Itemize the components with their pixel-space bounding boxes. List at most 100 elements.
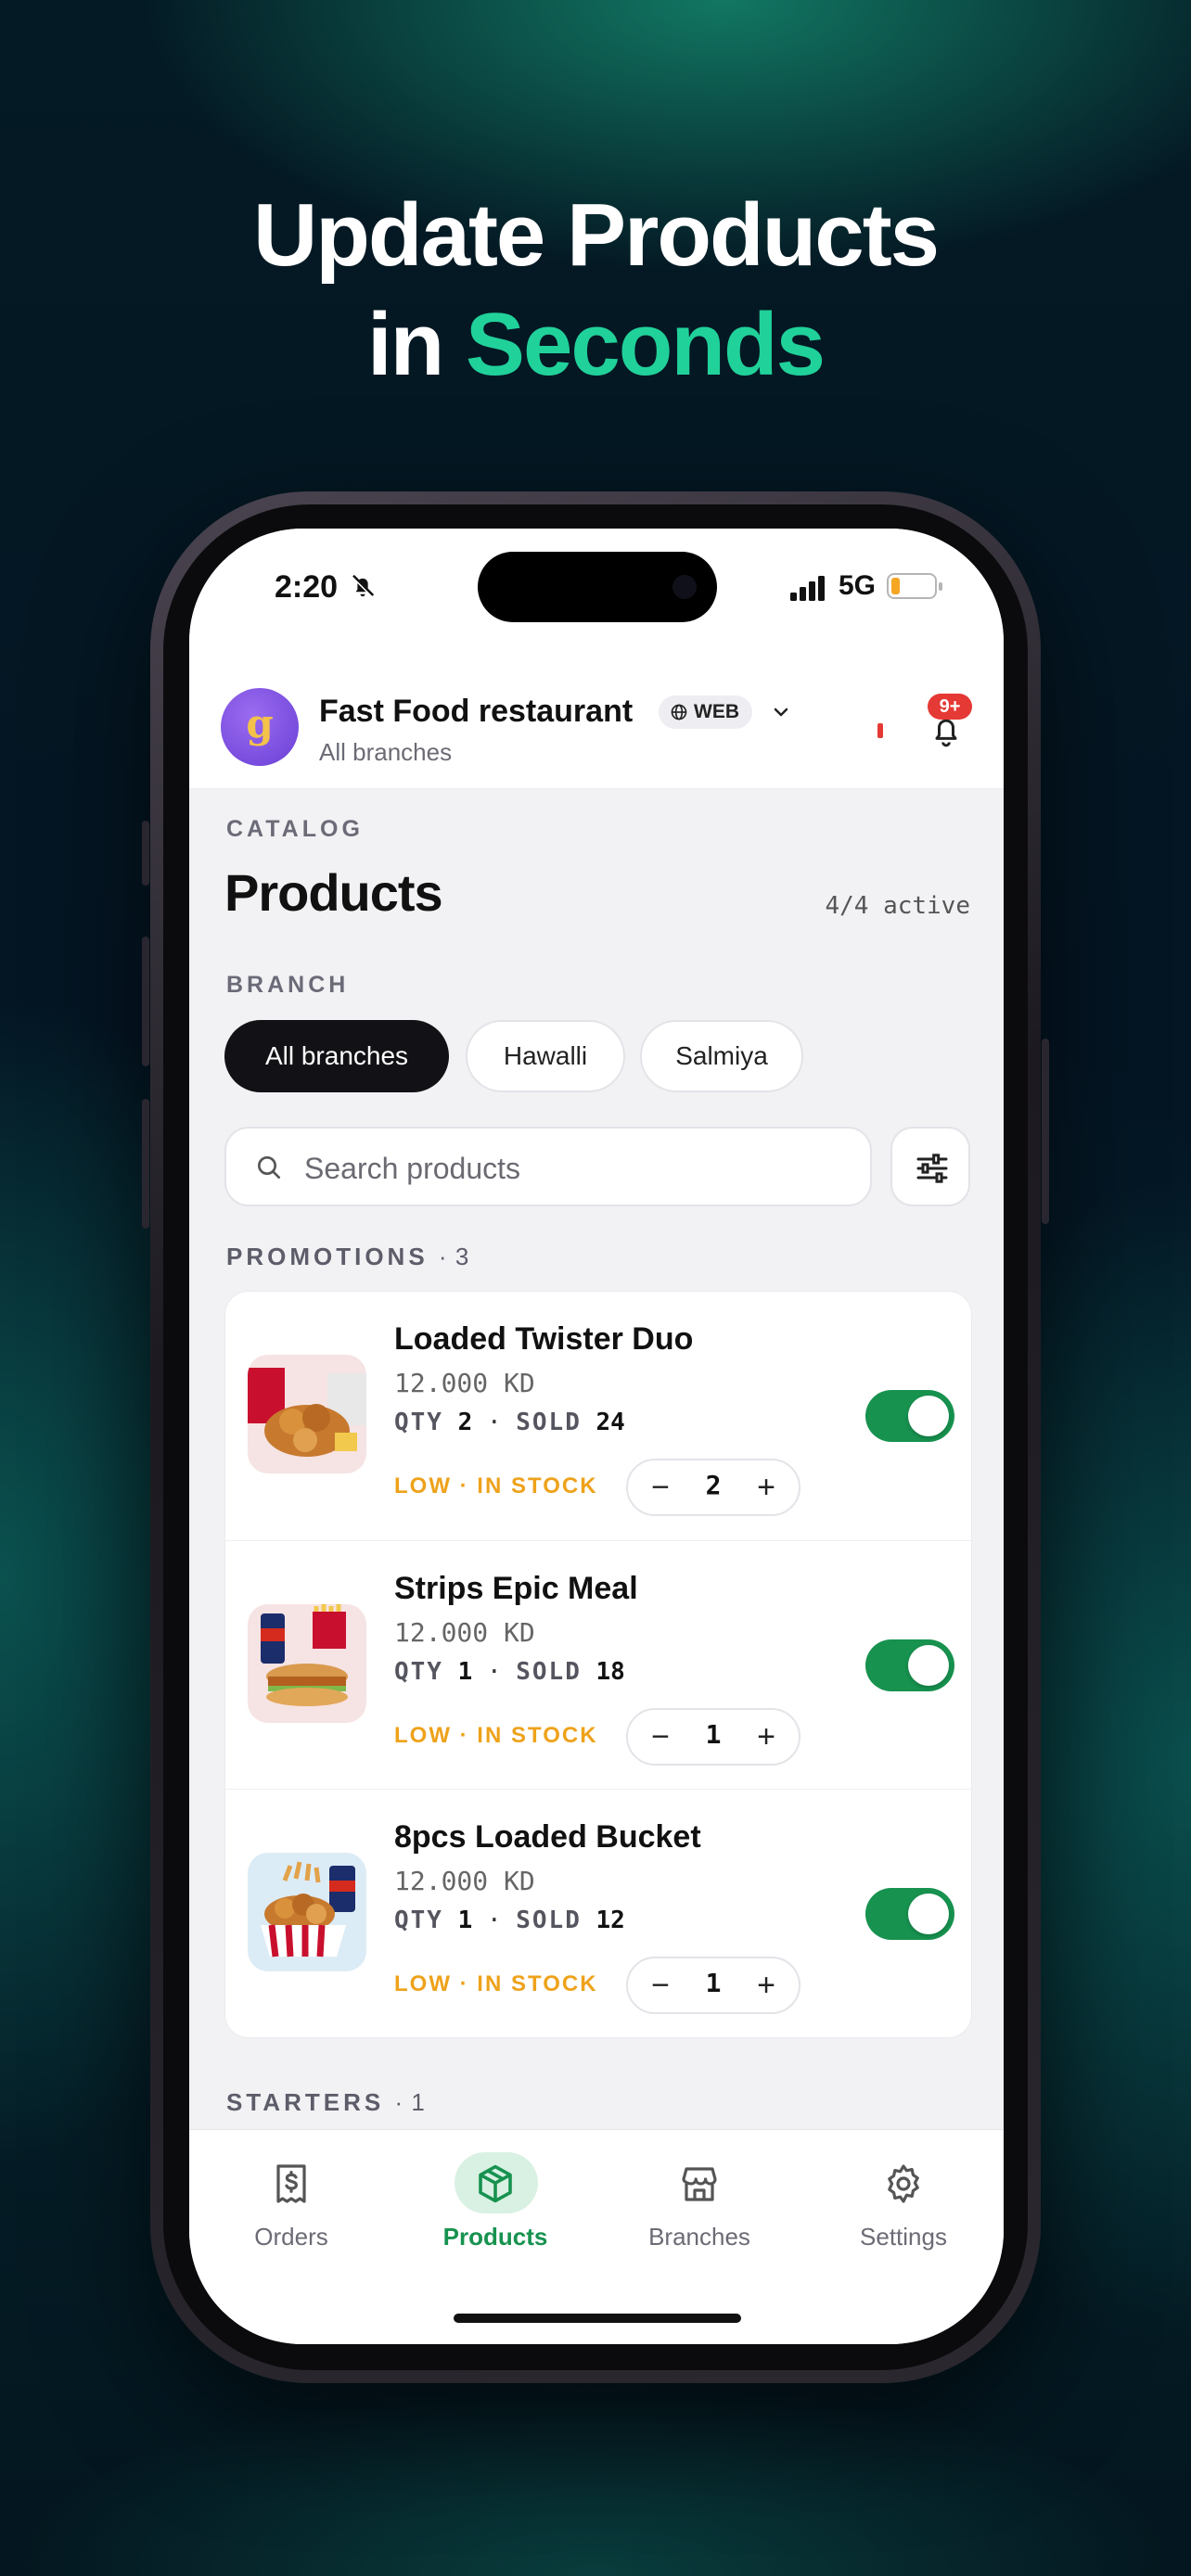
- quantity-stepper: − 2 +: [626, 1459, 800, 1516]
- product-thumbnail: [248, 1853, 366, 1971]
- tab-label: Branches: [648, 2223, 750, 2251]
- product-name: 8pcs Loaded Bucket: [394, 1819, 701, 1855]
- tab-branches[interactable]: Branches: [597, 2130, 801, 2269]
- availability-toggle[interactable]: [865, 1639, 954, 1691]
- promo-line-2: in Seconds: [0, 290, 1191, 400]
- page-title: Products: [224, 863, 443, 922]
- filter-button[interactable]: [890, 1127, 970, 1206]
- web-badge-label: WEB: [694, 701, 739, 722]
- increment-button[interactable]: +: [743, 1964, 789, 2007]
- tab-label: Orders: [254, 2223, 328, 2251]
- phone-volume-up-button: [142, 937, 149, 1066]
- product-price: 12.000 KD: [394, 1866, 535, 1896]
- increment-button[interactable]: +: [743, 1715, 789, 1758]
- sold-label: SOLD: [516, 1906, 582, 1934]
- stock-status: LOW · IN STOCK: [394, 1473, 598, 1498]
- sold-label: SOLD: [516, 1658, 582, 1686]
- food-photo-icon: [248, 1355, 366, 1473]
- box-icon: [479, 2164, 512, 2203]
- decrement-button[interactable]: −: [637, 1466, 684, 1509]
- availability-toggle[interactable]: [865, 1888, 954, 1940]
- product-row[interactable]: Strips Epic Meal 12.000 KD QTY 1 · SOLD …: [225, 1540, 971, 1790]
- promo-headline: Update Products in Seconds: [0, 181, 1191, 400]
- front-camera: [672, 575, 697, 599]
- product-row[interactable]: 8pcs Loaded Bucket 12.000 KD QTY 1 · SOL…: [225, 1789, 971, 2037]
- search-input[interactable]: [302, 1145, 844, 1192]
- active-count: 4/4 active: [825, 892, 970, 920]
- notification-badge: 9+: [928, 694, 972, 720]
- group-label-promotions: PROMOTIONS · 3: [226, 1243, 469, 1271]
- sold-value: 24: [596, 1409, 625, 1436]
- availability-toggle[interactable]: [865, 1390, 954, 1442]
- product-thumbnail: [248, 1355, 366, 1473]
- tab-label: Settings: [860, 2223, 947, 2251]
- increment-button[interactable]: +: [743, 1466, 789, 1509]
- avatar-monogram-icon: g: [246, 701, 274, 746]
- qty-sold-separator: ·: [486, 1409, 502, 1436]
- group-separator: ·: [394, 2088, 404, 2116]
- decrement-button[interactable]: −: [637, 1715, 684, 1758]
- status-time: 2:20: [275, 569, 339, 605]
- group-count: · 1: [394, 2088, 425, 2116]
- qty-value: 1: [457, 1658, 473, 1686]
- search-icon: [258, 1156, 280, 1179]
- store-name[interactable]: Fast Food restaurant: [319, 694, 633, 730]
- app-screen: 2:20 5G g Fast Food restaurant WEB All b…: [189, 529, 1004, 2344]
- tab-settings[interactable]: Settings: [801, 2130, 1004, 2269]
- decrement-button[interactable]: −: [637, 1964, 684, 2007]
- qty-sold-separator: ·: [486, 1906, 502, 1934]
- tab-orders[interactable]: Orders: [189, 2130, 393, 2269]
- food-photo-icon: [248, 1853, 366, 1971]
- branch-chip-all[interactable]: All branches: [224, 1020, 449, 1092]
- stepper-value: 1: [705, 1968, 722, 1998]
- stepper-value: 1: [705, 1719, 722, 1750]
- product-list-card: Loaded Twister Duo 12.000 KD QTY 2 · SOL…: [224, 1291, 972, 2038]
- sold-label: SOLD: [516, 1409, 582, 1436]
- stock-status: LOW · IN STOCK: [394, 1971, 598, 1996]
- branch-kicker: BRANCH: [226, 972, 350, 998]
- group-name: PROMOTIONS: [226, 1243, 429, 1270]
- promo-line-1: Update Products: [252, 185, 940, 285]
- avatar-logo[interactable]: g: [221, 688, 299, 766]
- tab-label: Products: [442, 2223, 548, 2251]
- qty-label: QTY: [394, 1906, 443, 1934]
- catalog-kicker: CATALOG: [226, 816, 364, 842]
- dynamic-island: [478, 552, 717, 622]
- stepper-value: 2: [705, 1470, 722, 1500]
- tab-products[interactable]: Products: [393, 2130, 597, 2269]
- gear-icon: [888, 2164, 919, 2203]
- group-separator: ·: [438, 1243, 448, 1270]
- promo-line-2-prefix: in: [366, 295, 466, 394]
- group-count-value: 1: [411, 2088, 426, 2116]
- receipt-dollar-icon: [276, 2164, 306, 2203]
- toggle-knob: [908, 1894, 949, 1934]
- toggle-knob: [908, 1396, 949, 1436]
- product-row[interactable]: Loaded Twister Duo 12.000 KD QTY 2 · SOL…: [225, 1292, 971, 1540]
- header-branch-subtitle: All branches: [319, 738, 453, 766]
- group-name: STARTERS: [226, 2088, 385, 2116]
- store-icon: [682, 2167, 717, 2201]
- sold-value: 18: [596, 1658, 625, 1686]
- branch-chip-salmiya[interactable]: Salmiya: [640, 1020, 803, 1092]
- chevron-down-icon[interactable]: [770, 701, 792, 723]
- branch-chip-hawalli[interactable]: Hawalli: [466, 1020, 625, 1092]
- home-indicator[interactable]: [454, 2314, 741, 2323]
- search-box[interactable]: [224, 1127, 872, 1206]
- globe-icon: [671, 704, 687, 721]
- promo-accent-word: Seconds: [465, 295, 826, 394]
- battery-icon: [887, 573, 942, 599]
- phone-power-button: [1042, 1039, 1049, 1224]
- product-qty-sold: QTY 2 · SOLD 24: [394, 1409, 625, 1436]
- group-label-starters: STARTERS · 1: [226, 2088, 426, 2117]
- product-qty-sold: QTY 1 · SOLD 18: [394, 1658, 625, 1686]
- product-price: 12.000 KD: [394, 1368, 535, 1398]
- quantity-stepper: − 1 +: [626, 1957, 800, 2014]
- group-count: · 3: [439, 1243, 469, 1270]
- quantity-stepper: − 1 +: [626, 1708, 800, 1766]
- food-photo-icon: [248, 1604, 366, 1723]
- product-qty-sold: QTY 1 · SOLD 12: [394, 1906, 625, 1934]
- product-name: Loaded Twister Duo: [394, 1321, 694, 1357]
- product-thumbnail: [248, 1604, 366, 1723]
- group-count-value: 3: [455, 1243, 470, 1270]
- bell-slash-icon: [351, 574, 375, 598]
